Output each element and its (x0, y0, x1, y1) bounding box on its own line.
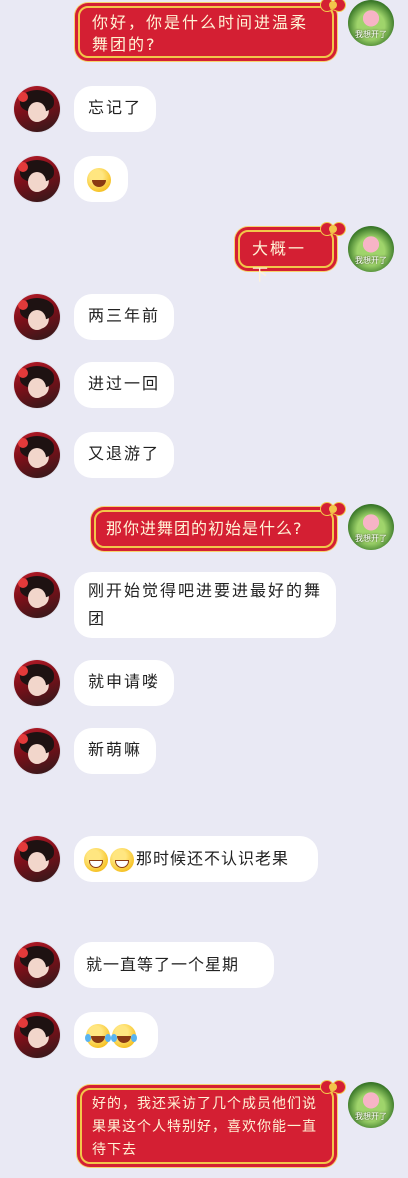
message-text: 那你进舞团的初始是什么? (106, 519, 303, 538)
bow-decoration-icon (318, 498, 348, 520)
message-bubble-incoming[interactable]: 新萌嘛 (74, 728, 157, 774)
message-text: 就一直等了一个星期 (86, 955, 240, 974)
avatar-caption: 我想开了 (355, 534, 387, 543)
avatar[interactable] (14, 86, 60, 132)
message-text: 好的，我还采访了几个成员他们说果果这个人特别好，喜欢你能一直待下去 (92, 1096, 317, 1158)
avatar[interactable] (14, 660, 60, 706)
bow-decoration-icon (318, 218, 348, 240)
grimacing-face-icon (84, 847, 108, 872)
message-text: 两三年前 (88, 306, 161, 325)
avatar[interactable]: 我想开了 (348, 504, 394, 550)
message-text: 就申请喽 (88, 672, 161, 691)
message-bubble-incoming[interactable]: 刚开始觉得吧进要进最好的舞团 (74, 572, 336, 638)
avatar-caption: 我想开了 (355, 30, 387, 39)
message-text: 刚开始觉得吧进要进最好的舞团 (88, 581, 323, 628)
avatar[interactable] (14, 836, 60, 882)
avatar[interactable] (14, 572, 60, 618)
bow-decoration-icon (318, 1076, 348, 1098)
avatar[interactable]: 我想开了 (348, 226, 394, 272)
message-text: 进过一回 (88, 374, 161, 393)
message-text: 忘记了 (88, 98, 143, 117)
message-bubble-incoming[interactable]: 就一直等了一个星期 (74, 942, 274, 988)
message-bubble-incoming[interactable] (74, 156, 128, 202)
avatar-caption: 我想开了 (355, 256, 387, 265)
grimacing-face-icon (110, 847, 134, 872)
bow-decoration-icon (318, 0, 348, 16)
message-bubble-outgoing[interactable]: 大概一下 (238, 220, 348, 284)
message-bubble-incoming[interactable]: 忘记了 (74, 86, 157, 132)
message-bubble-incoming[interactable]: 又退游了 (74, 432, 175, 478)
message-bubble-incoming[interactable]: 两三年前 (74, 294, 175, 340)
avatar[interactable] (14, 728, 60, 774)
message-bubble-incoming[interactable]: 那时候还不认识老果 (74, 836, 318, 882)
message-bubble-outgoing[interactable]: 好的，我还采访了几个成员他们说果果这个人特别好，喜欢你能一直待下去 (80, 1078, 348, 1164)
message-bubble-outgoing[interactable]: 那你进舞团的初始是什么? (94, 500, 348, 548)
avatar[interactable] (14, 1012, 60, 1058)
message-text: 你好，你是什么时间进温柔舞团的? (92, 13, 309, 54)
avatar[interactable] (14, 156, 60, 202)
tears-of-joy-icon (85, 1023, 111, 1048)
message-text: 大概一下 (252, 239, 307, 284)
message-text: 那时候还不认识老果 (136, 849, 290, 868)
message-text: 又退游了 (88, 444, 161, 463)
message-bubble-incoming[interactable]: 就申请喽 (74, 660, 175, 706)
avatar[interactable] (14, 294, 60, 340)
avatar[interactable] (14, 942, 60, 988)
message-bubble-incoming[interactable] (74, 1012, 158, 1058)
grinning-face-icon (87, 167, 111, 192)
message-text: 新萌嘛 (88, 740, 143, 759)
message-bubble-incoming[interactable]: 进过一回 (74, 362, 175, 408)
avatar[interactable] (14, 432, 60, 478)
tears-of-joy-icon (111, 1023, 137, 1048)
avatar[interactable] (14, 362, 60, 408)
message-bubble-outgoing[interactable]: 你好，你是什么时间进温柔舞团的? (78, 0, 348, 58)
avatar-caption: 我想开了 (355, 1112, 387, 1121)
avatar[interactable]: 我想开了 (348, 1082, 394, 1128)
avatar[interactable]: 我想开了 (348, 0, 394, 46)
